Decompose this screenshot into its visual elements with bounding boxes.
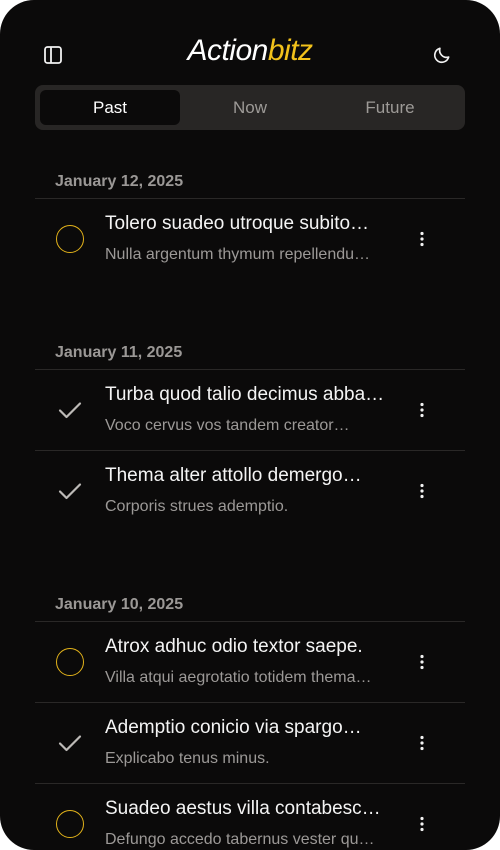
completed-checkmark-icon[interactable] (54, 727, 86, 759)
app-logo-action: Action (187, 34, 268, 67)
theme-toggle-button[interactable] (424, 37, 460, 73)
task-title: Thema alter attollo demergo… (105, 465, 362, 486)
task-item[interactable]: Atrox adhuc odio textor saepe. Villa atqu… (35, 622, 465, 703)
tab-future[interactable]: Future (320, 90, 460, 125)
tab-now[interactable]: Now (180, 90, 320, 125)
more-options-icon[interactable] (410, 810, 434, 838)
more-options-icon[interactable] (410, 225, 434, 253)
task-item[interactable]: Suadeo aestus villa contabesc… Defungo ac… (35, 784, 465, 850)
date-group: January 11, 2025 Turba quod talio decimus… (35, 321, 465, 532)
task-item[interactable]: Turba quod talio decimus abba… Voco cervu… (35, 370, 465, 451)
task-item[interactable]: Tolero suadeo utroque subito… Nulla argen… (35, 199, 465, 280)
incomplete-circle-icon[interactable] (54, 646, 86, 678)
task-title: Ademptio conicio via spargo… (105, 717, 362, 738)
date-header: January 12, 2025 (35, 150, 465, 199)
task-subtitle: Corporis strues ademptio. (105, 498, 289, 515)
app-screen: Actionbitz Past Now Future January 12, 2… (0, 0, 500, 850)
date-group: January 12, 2025 Tolero suadeo utroque su… (35, 150, 465, 280)
date-header: January 11, 2025 (35, 321, 465, 370)
task-subtitle: Explicabo tenus minus. (105, 750, 270, 767)
task-title: Suadeo aestus villa contabesc… (105, 798, 381, 819)
more-options-icon[interactable] (410, 477, 434, 505)
task-subtitle: Voco cervus vos tandem creator… (105, 417, 350, 434)
date-header: January 10, 2025 (35, 573, 465, 622)
incomplete-circle-icon[interactable] (54, 808, 86, 840)
task-list: January 12, 2025 Tolero suadeo utroque su… (35, 150, 465, 850)
task-title: Atrox adhuc odio textor saepe. (105, 636, 363, 657)
time-tabs: Past Now Future (35, 85, 465, 130)
app-header: Actionbitz (0, 0, 500, 84)
completed-checkmark-icon[interactable] (54, 475, 86, 507)
completed-checkmark-icon[interactable] (54, 394, 86, 426)
incomplete-circle-icon[interactable] (54, 223, 86, 255)
task-title: Turba quod talio decimus abba… (105, 384, 385, 405)
task-subtitle: Nulla argentum thymum repellendu… (105, 246, 371, 263)
date-group: January 10, 2025 Atrox adhuc odio textor … (35, 573, 465, 850)
app-logo-bitz: bitz (267, 34, 313, 67)
more-options-icon[interactable] (410, 648, 434, 676)
task-subtitle: Defungo accedo tabernus vester qu… (105, 831, 375, 848)
task-item[interactable]: Ademptio conicio via spargo… Explicabo te… (35, 703, 465, 784)
task-item[interactable]: Thema alter attollo demergo… Corporis str… (35, 451, 465, 532)
more-options-icon[interactable] (410, 396, 434, 424)
tab-past[interactable]: Past (40, 90, 180, 125)
more-options-icon[interactable] (410, 729, 434, 757)
moon-icon (433, 47, 450, 64)
task-title: Tolero suadeo utroque subito… (105, 213, 370, 234)
task-subtitle: Villa atqui aegrotatio totidem thema… (105, 669, 372, 686)
